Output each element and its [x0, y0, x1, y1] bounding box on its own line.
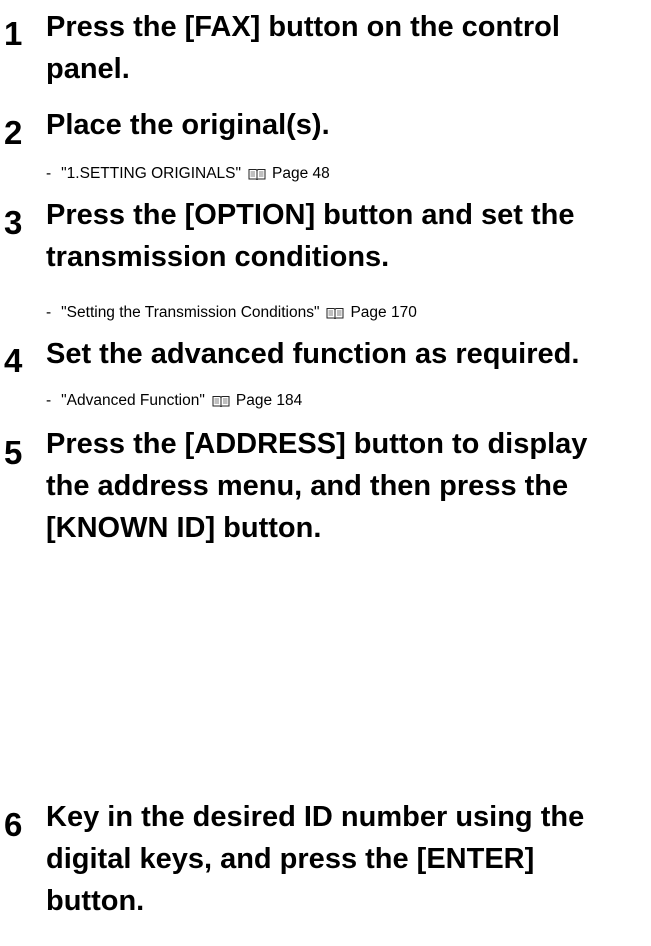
step-title: Place the original(s). — [46, 104, 646, 146]
step-title: Set the advanced function as required. — [46, 333, 646, 375]
reference-page[interactable]: Page 170 — [350, 303, 416, 323]
step-title-line: [KNOWN ID] button. — [46, 512, 322, 544]
reference-link-text[interactable]: "Advanced Function" — [61, 391, 205, 411]
step-title-line: transmission conditions. — [46, 241, 390, 273]
book-icon — [212, 395, 230, 408]
step-title-line: Press the [OPTION] button and set the — [46, 199, 575, 231]
reference-link-text[interactable]: "1.SETTING ORIGINALS" — [61, 164, 241, 184]
step-title-line: digital keys, and press the [ENTER] — [46, 843, 535, 875]
cross-reference[interactable]: - "1.SETTING ORIGINALS" Page 48 — [46, 164, 330, 184]
step-number: 3 — [4, 204, 23, 241]
reference-dash: - — [46, 165, 52, 182]
step-number: 4 — [4, 342, 23, 379]
step-title-line: Key in the desired ID number using the — [46, 801, 585, 833]
step-title: Press the [ADDRESS] button to display th… — [46, 423, 646, 549]
step-title-line: Press the [ADDRESS] button to display — [46, 428, 588, 460]
reference-page[interactable]: Page 48 — [272, 164, 330, 184]
step-number: 1 — [4, 15, 23, 52]
step-title-line: panel. — [46, 53, 130, 85]
step-title: Key in the desired ID number using the d… — [46, 796, 646, 922]
reference-page[interactable]: Page 184 — [236, 391, 302, 411]
reference-dash: - — [46, 392, 52, 409]
step-number: 6 — [4, 806, 23, 843]
reference-dash: - — [46, 304, 52, 321]
cross-reference[interactable]: - "Advanced Function" Page 184 — [46, 391, 302, 411]
step-title-line: the address menu, and then press the — [46, 470, 569, 502]
step-number: 5 — [4, 434, 23, 471]
step-title: Press the [FAX] button on the control pa… — [46, 6, 646, 90]
step-title-line: Press the [FAX] button on the control — [46, 11, 560, 43]
cross-reference[interactable]: - "Setting the Transmission Conditions" … — [46, 303, 417, 323]
reference-link-text[interactable]: "Setting the Transmission Conditions" — [61, 303, 319, 323]
book-icon — [248, 168, 266, 181]
step-title-line: button. — [46, 885, 145, 917]
book-icon — [326, 307, 344, 320]
step-number: 2 — [4, 114, 23, 151]
step-title: Press the [OPTION] button and set the tr… — [46, 194, 646, 278]
step-title-line: Set the advanced function as required. — [46, 338, 580, 370]
step-title-line: Place the original(s). — [46, 109, 330, 141]
